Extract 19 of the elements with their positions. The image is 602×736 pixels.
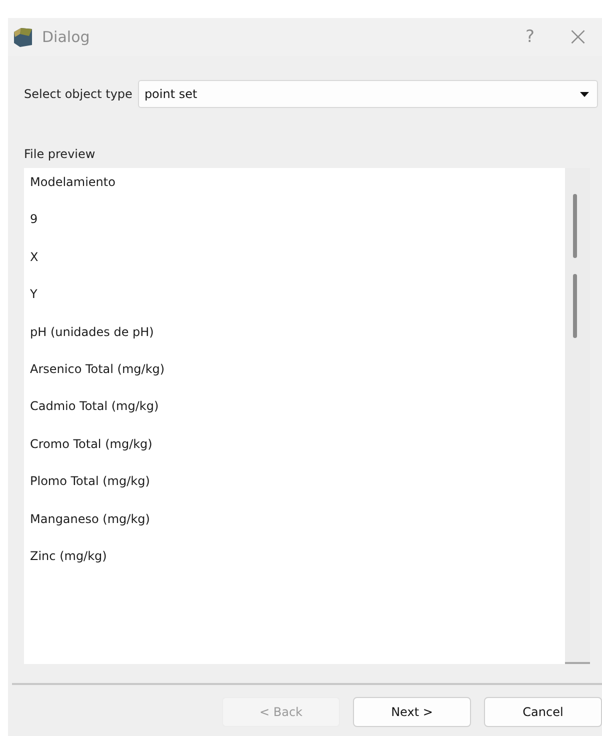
- preview-line: Cromo Total (mg/kg): [29, 436, 154, 453]
- wizard-button[interactable]: Next >: [353, 697, 471, 727]
- file-preview-label: File preview: [24, 147, 96, 161]
- dropdown-arrow-icon: [580, 92, 589, 96]
- window-title: Dialog: [42, 28, 91, 46]
- preview-line: Y: [29, 286, 38, 304]
- preview-line: Zinc (mg/kg): [29, 548, 108, 565]
- preview-line: X: [29, 248, 40, 266]
- preview-line: Cadmio Total (mg/kg): [29, 398, 160, 416]
- app-icon: [12, 26, 34, 48]
- preview-line: 9: [29, 211, 39, 228]
- object-type-dropdown[interactable]: point set: [138, 80, 598, 108]
- preview-line: Arsenico Total (mg/kg): [29, 360, 166, 378]
- preview-line: pH (unidades de pH): [29, 324, 155, 341]
- object-type-label: Select object type: [24, 87, 132, 101]
- preview-line: Plomo Total (mg/kg): [29, 473, 151, 490]
- wizard-button[interactable]: Cancel: [484, 697, 602, 727]
- preview-line: Manganeso (mg/kg): [29, 510, 151, 528]
- preview-line: Modelamiento: [29, 174, 116, 191]
